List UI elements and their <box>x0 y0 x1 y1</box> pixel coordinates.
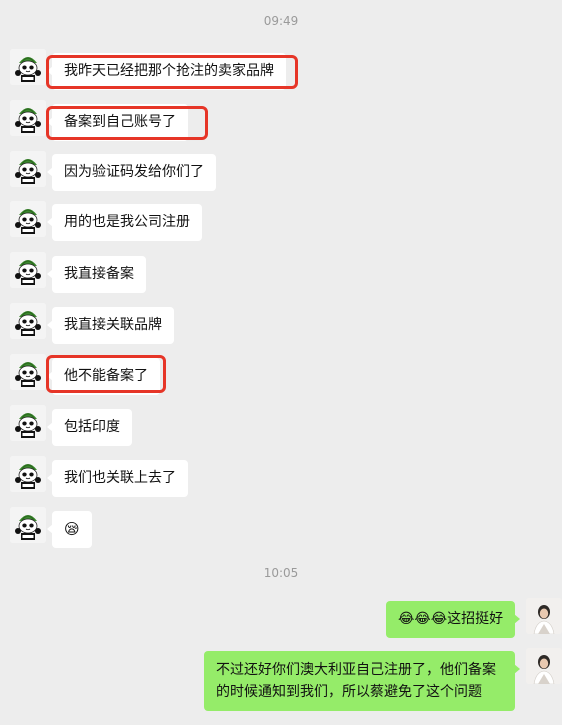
message-bubble[interactable]: 😂😂😂这招挺好 <box>386 601 520 638</box>
person-photo-avatar-icon[interactable] <box>526 648 562 684</box>
message-bubble[interactable]: 用的也是我公司注册 <box>47 204 202 241</box>
panda-meme-avatar-icon[interactable] <box>10 151 46 187</box>
person-photo-avatar-icon[interactable] <box>526 598 562 634</box>
message-bubble[interactable]: 😪 <box>47 511 92 548</box>
message-bubble[interactable]: 不过还好你们澳大利亚自己注册了，他们备案的时候通知到我们，所以蔡避免了这个问题 <box>204 651 520 711</box>
panda-meme-avatar-icon[interactable] <box>10 100 46 136</box>
panda-meme-avatar-icon[interactable] <box>10 252 46 288</box>
message-bubble[interactable]: 因为验证码发给你们了 <box>47 154 216 191</box>
panda-meme-avatar-icon[interactable] <box>10 456 46 492</box>
panda-meme-avatar-icon[interactable] <box>10 354 46 390</box>
timestamp: 10:05 <box>263 566 299 580</box>
panda-meme-avatar-icon[interactable] <box>10 405 46 441</box>
message-bubble[interactable]: 我直接备案 <box>47 256 146 293</box>
message-bubble[interactable]: 包括印度 <box>47 409 132 446</box>
panda-meme-avatar-icon[interactable] <box>10 303 46 339</box>
message-bubble[interactable]: 备案到自己账号了 <box>47 104 188 141</box>
message-bubble[interactable]: 我昨天已经把那个抢注的卖家品牌 <box>47 53 286 90</box>
panda-meme-avatar-icon[interactable] <box>10 49 46 85</box>
timestamp: 09:49 <box>263 14 299 28</box>
panda-meme-avatar-icon[interactable] <box>10 201 46 237</box>
message-bubble[interactable]: 我直接关联品牌 <box>47 307 174 344</box>
message-bubble[interactable]: 他不能备案了 <box>47 358 160 395</box>
message-bubble[interactable]: 我们也关联上去了 <box>47 460 188 497</box>
panda-meme-avatar-icon[interactable] <box>10 507 46 543</box>
